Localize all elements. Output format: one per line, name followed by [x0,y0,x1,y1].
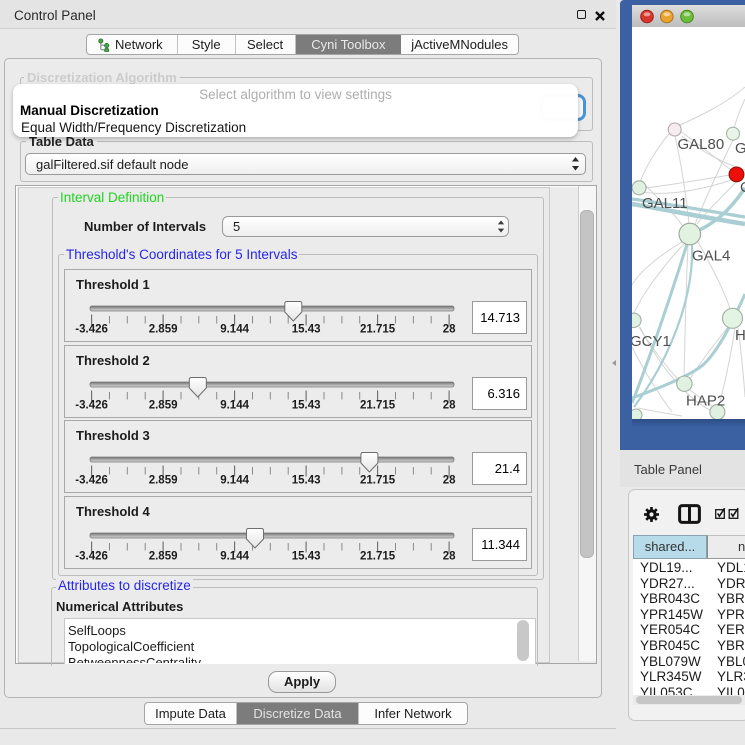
svg-text:-3.426: -3.426 [75,550,108,562]
svg-text:28: 28 [443,550,456,562]
svg-text:9.144: 9.144 [220,550,249,562]
svg-text:28: 28 [443,475,456,487]
svg-text:28: 28 [443,399,456,411]
svg-text:9.144: 9.144 [220,399,249,411]
svg-text:2.859: 2.859 [149,399,178,411]
svg-text:15.43: 15.43 [292,475,321,487]
svg-text:28: 28 [443,324,456,336]
svg-text:21.715: 21.715 [360,324,396,336]
svg-text:GCY1: GCY1 [632,333,671,350]
svg-text:21.715: 21.715 [360,475,396,487]
svg-text:-3.426: -3.426 [75,324,108,336]
svg-text:2.859: 2.859 [149,324,178,336]
svg-text:C: C [740,179,745,196]
svg-text:9.144: 9.144 [220,475,249,487]
svg-text:9.144: 9.144 [220,324,249,336]
svg-text:GAL4: GAL4 [692,248,730,265]
svg-text:2.859: 2.859 [149,550,178,562]
svg-text:GAL11: GAL11 [642,195,688,212]
svg-text:21.715: 21.715 [360,550,396,562]
svg-text:2.859: 2.859 [149,475,178,487]
svg-text:15.43: 15.43 [292,324,321,336]
svg-text:GA: GA [735,140,745,157]
svg-text:-3.426: -3.426 [75,475,108,487]
svg-text:GAL80: GAL80 [678,136,725,153]
svg-text:15.43: 15.43 [292,550,321,562]
svg-text:15.43: 15.43 [292,399,321,411]
svg-text:HAP2: HAP2 [686,393,725,410]
svg-text:21.715: 21.715 [360,399,396,411]
svg-text:-3.426: -3.426 [75,399,108,411]
svg-text:H: H [735,327,745,344]
